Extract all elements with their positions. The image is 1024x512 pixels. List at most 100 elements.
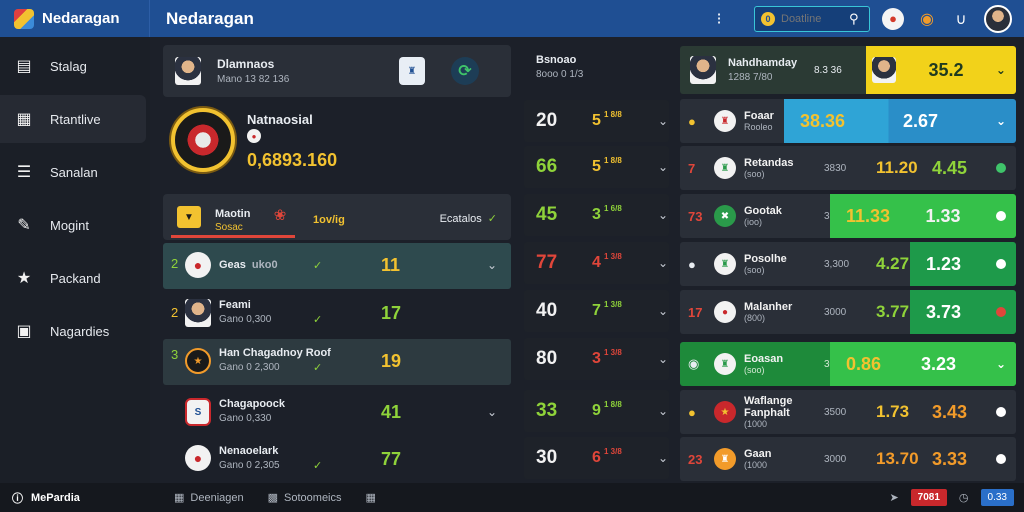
tab-deeniagen[interactable]: ▦ Deeniagen <box>174 491 244 505</box>
sidebar-item-nagardies[interactable]: ▣ Nagardies <box>0 307 146 355</box>
market-row[interactable]: ● ★ Waflange Fanphalt (1000 3500 1.73 3.… <box>680 390 1016 434</box>
list-item[interactable]: ● Nenaoelark Gano 0 2,305 ✓ 77 <box>163 437 511 483</box>
right-header-box[interactable]: 35.2 ⌄ <box>866 46 1016 94</box>
odds-row[interactable]: 66 51 8/8 ⌄ <box>524 146 669 188</box>
team-crest-icon: S <box>185 398 211 426</box>
filter-dropdown[interactable]: Ecatalos ✓ <box>440 212 497 226</box>
row-sub: (1000 <box>744 419 768 429</box>
live-badge[interactable]: 7081 <box>910 489 947 506</box>
shield-icon[interactable]: ● <box>882 7 904 30</box>
team-crest-icon: ♜ <box>714 110 736 132</box>
sidebar-item-stalag[interactable]: ▤ Stalag <box>0 42 146 90</box>
search-box[interactable]: 0 ⚲ <box>754 5 870 32</box>
market-row[interactable]: ● ♜ Foaar Rooleo 30 38.36 2.67 ⌄ <box>680 99 1016 143</box>
stethoscope-icon[interactable]: ∪ <box>950 8 972 30</box>
sidebar-item-mogint[interactable]: ✎ Mogint <box>0 201 146 249</box>
odds-secondary-value: 4 <box>592 254 601 271</box>
odds-row[interactable]: 45 31 6/8 ⌄ <box>524 194 669 236</box>
odds-fraction: 1 8/8 <box>604 110 622 119</box>
sidebar-item-sanalan[interactable]: ☰ Sanalan <box>0 148 146 196</box>
tab-sotoomeics[interactable]: ▩ Sotoomeics <box>268 491 342 505</box>
team-crest-icon: ★ <box>714 401 736 423</box>
page-title: Nedaragan <box>166 8 254 28</box>
row-name: Retandas (soo) <box>744 157 824 179</box>
tab-title: Maotin <box>215 208 251 220</box>
sidebar-item-rtantlive[interactable]: ▦ Rtantlive <box>0 95 146 143</box>
match-header[interactable]: Dlamnaos Mano 13 82 136 ♜ ⟳ <box>163 45 511 97</box>
odds-row[interactable]: 20 51 8/8 ⌄ <box>524 100 669 142</box>
odds-row[interactable]: 80 31 3/8 ⌄ <box>524 338 669 380</box>
odds-box[interactable]: 3.73 <box>910 290 1016 334</box>
market-row[interactable]: 7 ♜ Retandas (soo) 3830 11.20 4.45 <box>680 146 1016 190</box>
odds-box[interactable]: 1.23 <box>910 242 1016 286</box>
odds-box[interactable]: 3.33 <box>916 437 1016 481</box>
chevron-down-icon[interactable]: ⌄ <box>658 304 668 318</box>
odds-row[interactable]: 77 41 3/8 ⌄ <box>524 242 669 284</box>
market-row[interactable]: 73 ✖ Gootak (ioo) 3530 11.33 1.33 <box>680 194 1016 238</box>
market-row[interactable]: 23 ♜ Gaan (1000 3000 13.70 3.33 <box>680 437 1016 481</box>
chevron-down-icon[interactable]: ⌄ <box>487 258 497 272</box>
bottom-brand[interactable]: ⓘ MePardia <box>0 490 160 506</box>
search-icon[interactable]: ⚲ <box>849 11 859 27</box>
dragon-icon[interactable]: ❀ <box>269 204 291 226</box>
chevron-down-icon[interactable]: ⌄ <box>658 256 668 270</box>
chevron-down-icon[interactable]: ⌄ <box>658 160 668 174</box>
row-name-text: Feami <box>219 299 251 311</box>
location-pin-icon[interactable]: ◉ <box>916 8 938 30</box>
chevron-down-icon[interactable]: ⌄ <box>658 114 668 128</box>
chevron-down-icon[interactable]: ⌄ <box>996 114 1006 128</box>
team-crest-icon: ★ <box>185 348 211 374</box>
odds-fraction: 1 8/8 <box>604 156 622 165</box>
row-lead-icon: ● <box>688 256 696 272</box>
odds-box-value-2: 2.67 <box>902 110 939 131</box>
clock-icon[interactable]: ◷ <box>959 491 969 504</box>
market-row[interactable]: 17 ● Malanher (800) 3000 3.77 3.73 <box>680 290 1016 334</box>
market-row[interactable]: ● ♜ Posolhe (soo) 3,300 4.27 1.23 <box>680 242 1016 286</box>
row-lead-icon: ● <box>688 113 696 129</box>
row-name-text: Eoasan <box>744 353 784 365</box>
circle-icon <box>996 454 1006 464</box>
brand-logo-icon <box>14 8 34 29</box>
row-sub: (1000 <box>744 460 768 470</box>
search-input[interactable] <box>781 12 843 25</box>
share-icon[interactable]: ➤ <box>889 491 898 504</box>
row-sub: Gano 0 2,305 <box>219 460 280 471</box>
chevron-down-icon[interactable]: ⌄ <box>487 405 497 419</box>
row-sub: (soo) <box>744 365 765 375</box>
odds-box[interactable]: 4.45 <box>916 146 1016 190</box>
tab-filter-count[interactable]: 1ov/ig <box>313 214 345 226</box>
list-item[interactable]: S Chagapoock Gano 0,330 41 ⌄ <box>163 390 511 436</box>
chevron-down-icon[interactable]: ⌄ <box>658 208 668 222</box>
odds-badge[interactable]: 0.33 <box>980 489 1014 506</box>
row-value: 19 <box>381 351 402 371</box>
puzzle-icon[interactable]: ▦ <box>366 491 376 504</box>
odds-box[interactable]: 11.33 1.33 <box>830 194 1016 238</box>
market-row[interactable]: ◉ ♜ Eoasan (soo) 3000 0.86 3.23 ⌄ <box>680 342 1016 386</box>
odds-box-value-1: 38.36 <box>800 110 846 131</box>
chevron-down-icon[interactable]: ⌄ <box>658 352 668 366</box>
chevron-down-icon[interactable]: ⌄ <box>996 63 1006 77</box>
team-crest-icon: ♜ <box>714 353 736 375</box>
odds-row[interactable]: 30 61 3/8 ⌄ <box>524 437 669 479</box>
sidebar-item-packand[interactable]: ★ Packand <box>0 254 146 302</box>
list-item[interactable]: 2 ● Geas uko0 ✓ 11 ⌄ <box>163 243 511 289</box>
odds-box[interactable]: 0.86 3.23 ⌄ <box>830 342 1016 386</box>
odds-box[interactable]: 3.43 <box>916 390 1016 434</box>
chevron-down-icon[interactable]: ⌄ <box>996 357 1006 371</box>
row-name: Eoasan (soo) <box>744 353 824 375</box>
row-sub: Gano 0,300 <box>219 314 272 325</box>
list-item[interactable]: 3 ★ Han Chagadnoy Roof Gano 0 2,300 ✓ 19 <box>163 339 511 385</box>
brand[interactable]: Nedaragan <box>0 0 150 37</box>
odds-row[interactable]: 33 91 8/8 ⌄ <box>524 390 669 432</box>
avatar[interactable] <box>984 4 1012 33</box>
odds-box[interactable]: 38.36 2.67 ⌄ <box>784 99 1016 143</box>
right-header[interactable]: Nahdhamday 1288 7/80 8.3 36 35.2 ⌄ <box>680 46 1016 94</box>
more-menu-icon[interactable]: ⁝ <box>710 9 728 29</box>
chevron-down-icon[interactable]: ⌄ <box>658 451 668 465</box>
odds-row[interactable]: 40 71 3/8 ⌄ <box>524 290 669 332</box>
right-header-sub: 1288 7/80 <box>728 72 773 83</box>
chevron-down-icon[interactable]: ⌄ <box>658 404 668 418</box>
list-item[interactable]: 2 Feami Gano 0,300 ✓ 17 <box>163 291 511 337</box>
shield-icon <box>996 163 1006 173</box>
player-name: Dlamnaos <box>217 57 275 71</box>
